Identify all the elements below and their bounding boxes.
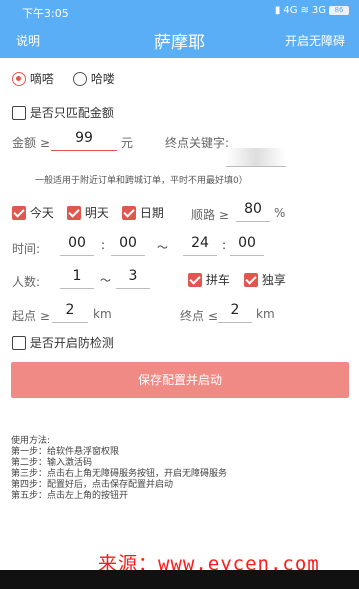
anti-detect-label: 是否开启防检测 <box>29 336 114 350</box>
checkbox-unchecked-icon <box>12 335 26 350</box>
people-label: 人数: <box>12 275 41 289</box>
amount-input[interactable]: 99 <box>51 130 117 151</box>
today-checkbox[interactable]: 今天 <box>12 204 54 221</box>
save-and-start-button[interactable]: 保存配置并启动 <box>11 362 349 398</box>
checkbox-checked-icon <box>12 205 26 220</box>
end-distance-input[interactable]: 2 <box>218 302 252 323</box>
signal2-label: 3G <box>311 5 326 16</box>
app-bar: 说明 萨摩耶 开启无障碍 <box>0 22 359 58</box>
checkbox-checked-icon <box>122 205 136 220</box>
exclusive-checkbox[interactable]: 独享 <box>244 271 286 288</box>
radio-unselected-icon <box>73 71 87 86</box>
time-end-hour[interactable]: 24 <box>183 235 217 256</box>
checkbox-unchecked-icon <box>12 105 26 120</box>
help-step: 第四步：配置好后，点击保存配置并启动 <box>11 480 174 490</box>
status-bar: 下午3:05 ▮ 4G ≋ 3G 86 <box>0 0 359 22</box>
navigation-bar <box>0 570 359 589</box>
keyword-label: 终点关键字: <box>165 136 230 150</box>
checkbox-checked-icon <box>67 205 81 220</box>
carpool-label: 拼车 <box>205 273 230 287</box>
signal-label: 4G <box>283 5 298 16</box>
mode-opt2-label: 哈喽 <box>90 72 115 86</box>
help-step: 第一步：给软件悬浮窗权限 <box>11 447 120 457</box>
anti-detect-checkbox[interactable]: 是否开启防检测 <box>12 334 114 351</box>
signal-icon: ▮ <box>274 5 281 16</box>
keyword-input[interactable] <box>226 148 286 167</box>
time-colon-2: : <box>222 238 227 252</box>
match-amount-label: 是否只匹配金额 <box>29 106 114 120</box>
exclusive-label: 独享 <box>261 273 286 287</box>
tomorrow-checkbox[interactable]: 明天 <box>67 204 109 221</box>
time-end-minute[interactable]: 00 <box>230 235 264 256</box>
time-label: 时间: <box>12 242 41 256</box>
end-unit: km <box>256 307 275 321</box>
people-tilde: ～ <box>100 274 111 287</box>
start-label: 起点 ≥ <box>12 309 50 323</box>
mode-opt1-label: 嘀嗒 <box>29 72 54 86</box>
time-start-minute[interactable]: 00 <box>111 235 145 256</box>
help-title: 使用方法: <box>11 436 51 446</box>
checkbox-checked-icon <box>188 272 202 287</box>
start-distance-input[interactable]: 2 <box>52 302 88 323</box>
time-start-hour[interactable]: 00 <box>60 235 94 256</box>
people-max-input[interactable]: 3 <box>116 268 150 289</box>
battery-icon: 86 <box>329 6 349 15</box>
match-amount-checkbox[interactable]: 是否只匹配金额 <box>12 104 114 121</box>
help-step: 第二步：输入激活码 <box>11 458 93 468</box>
time-tilde: ～ <box>157 241 168 254</box>
time-colon: : <box>101 238 106 252</box>
end-label: 终点 ≤ <box>180 309 218 323</box>
amount-label: 金额 ≥ <box>12 136 50 150</box>
enable-accessibility-link[interactable]: 开启无障碍 <box>285 32 345 49</box>
today-label: 今天 <box>29 206 54 220</box>
radio-selected-icon <box>12 71 26 86</box>
route-unit: % <box>274 206 286 220</box>
people-min-input[interactable]: 1 <box>60 268 94 289</box>
checkbox-checked-icon <box>244 272 258 287</box>
amount-unit: 元 <box>121 136 134 150</box>
help-step: 第五步：点击左上角的按钮开 <box>11 491 129 501</box>
date-checkbox[interactable]: 日期 <box>122 204 164 221</box>
help-step: 第三步：点击右上角无障碍服务按钮，开启无障碍服务 <box>11 469 228 479</box>
mode-radio-hello[interactable]: 哈喽 <box>73 70 115 87</box>
route-input[interactable]: 80 <box>236 201 270 222</box>
mode-radio-didi[interactable]: 嘀嗒 <box>12 70 54 87</box>
carpool-checkbox[interactable]: 拼车 <box>188 271 230 288</box>
help-section: 使用方法: 第一步：给软件悬浮窗权限 第二步：输入激活码 第三步：点击右上角无障… <box>11 436 227 502</box>
status-time: 下午3:05 <box>22 7 69 20</box>
status-icons: ▮ 4G ≋ 3G 86 <box>275 5 349 16</box>
start-unit: km <box>93 307 112 321</box>
wifi-icon: ≋ <box>300 5 309 16</box>
tomorrow-label: 明天 <box>84 206 109 220</box>
date-label: 日期 <box>139 206 164 220</box>
hint-text: 一般适用于附近订单和跨城订单，平时不用最好填0） <box>35 176 248 186</box>
route-label: 顺路 ≥ <box>191 208 229 222</box>
